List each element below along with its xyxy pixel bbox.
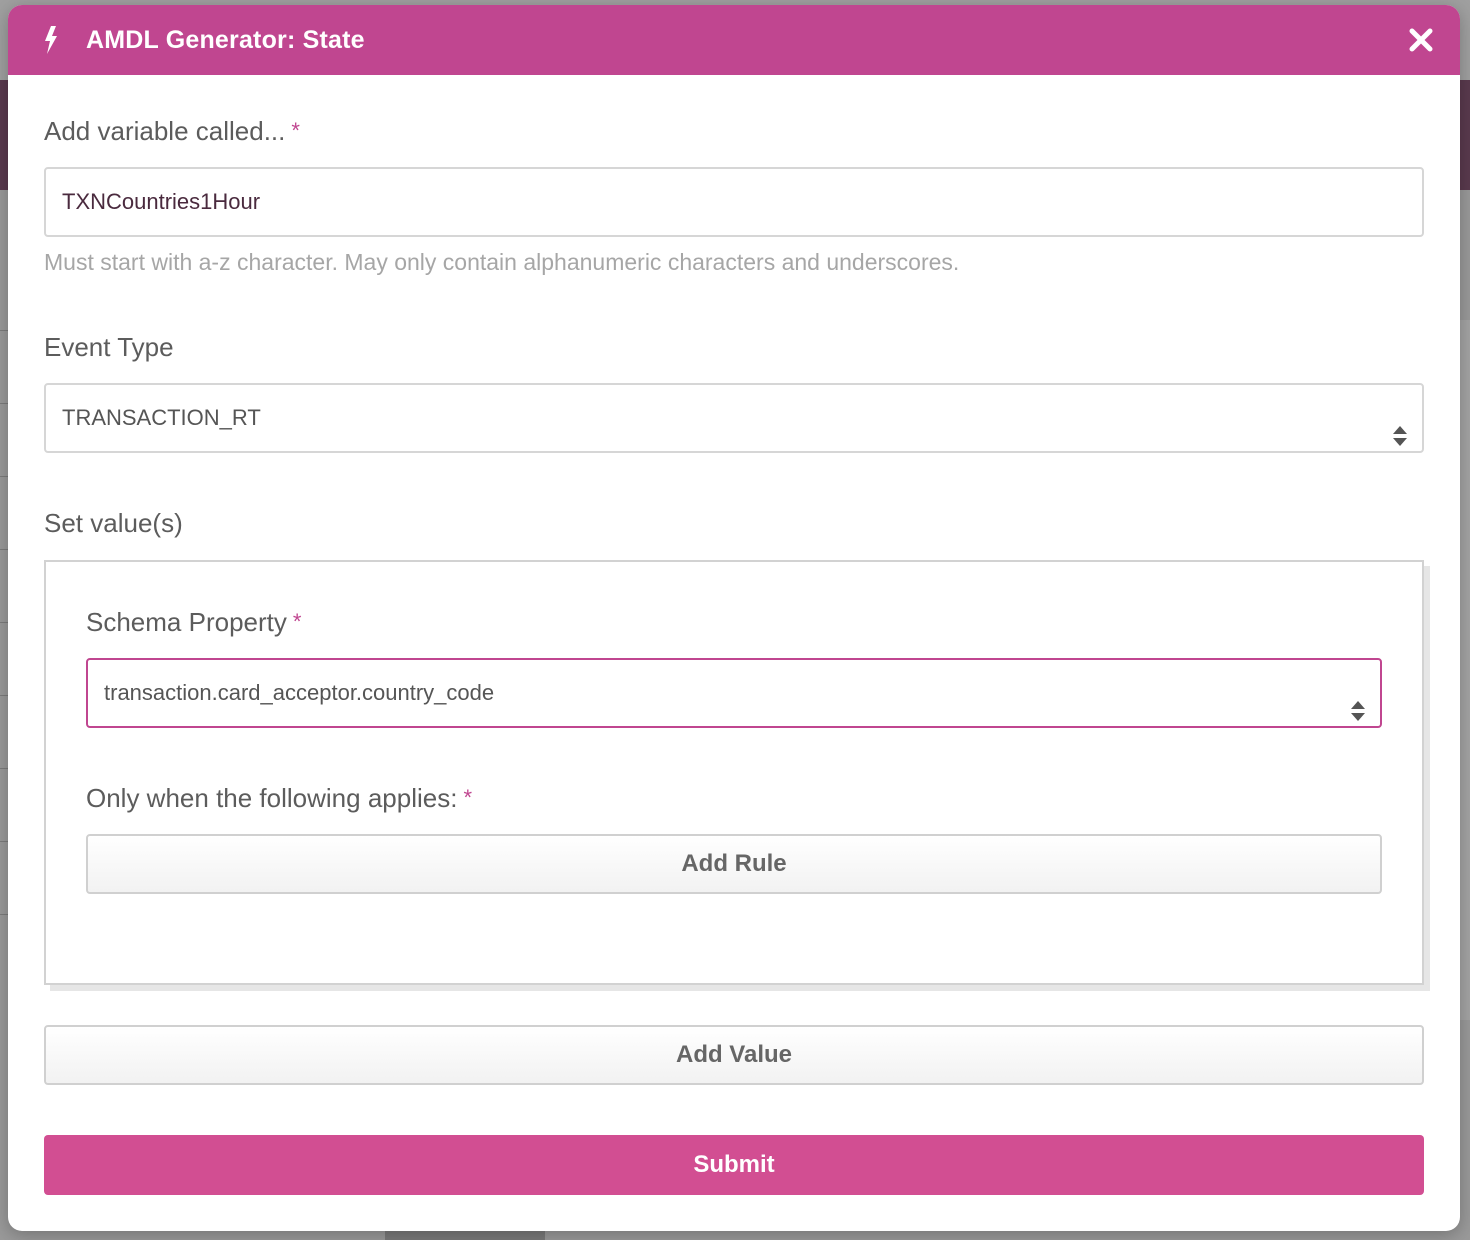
background-list-lines: [0, 330, 8, 980]
variable-name-input[interactable]: TXNCountries1Hour: [44, 167, 1424, 237]
schema-property-label: Schema Property *: [86, 606, 301, 638]
schema-property-label-text: Schema Property: [86, 607, 287, 637]
submit-button[interactable]: Submit: [44, 1135, 1424, 1195]
schema-property-selected-value: transaction.card_acceptor.country_code: [104, 680, 495, 705]
background-right-strip: [1460, 320, 1470, 1020]
sort-arrows-icon: [1392, 407, 1408, 446]
add-rule-button[interactable]: Add Rule: [86, 834, 1382, 894]
variable-name-label: Add variable called... *: [44, 115, 300, 147]
add-value-button[interactable]: Add Value: [44, 1025, 1424, 1085]
event-type-label: Event Type: [44, 332, 174, 362]
set-values-label: Set value(s): [44, 508, 183, 538]
condition-label: Only when the following applies: *: [86, 782, 472, 814]
required-mark: *: [292, 609, 302, 634]
lightning-bolt-icon: [42, 26, 60, 54]
variable-name-label-text: Add variable called...: [44, 116, 286, 146]
close-icon[interactable]: [1408, 27, 1434, 53]
modal-title: AMDL Generator: State: [86, 26, 365, 54]
modal-header: AMDL Generator: State: [8, 5, 1460, 75]
event-type-selected-value: TRANSACTION_RT: [62, 405, 261, 430]
required-mark: *: [463, 785, 473, 810]
required-mark: *: [291, 118, 300, 143]
amdl-generator-modal: AMDL Generator: State Add variable calle…: [8, 5, 1460, 1231]
variable-name-help: Must start with a-z character. May only …: [44, 249, 960, 275]
event-type-select[interactable]: TRANSACTION_RT: [44, 383, 1424, 453]
condition-label-text: Only when the following applies:: [86, 783, 458, 813]
value-panel: Schema Property * transaction.card_accept…: [44, 560, 1424, 985]
schema-property-select[interactable]: transaction.card_acceptor.country_code: [86, 658, 1382, 728]
sort-arrows-icon: [1350, 682, 1366, 721]
